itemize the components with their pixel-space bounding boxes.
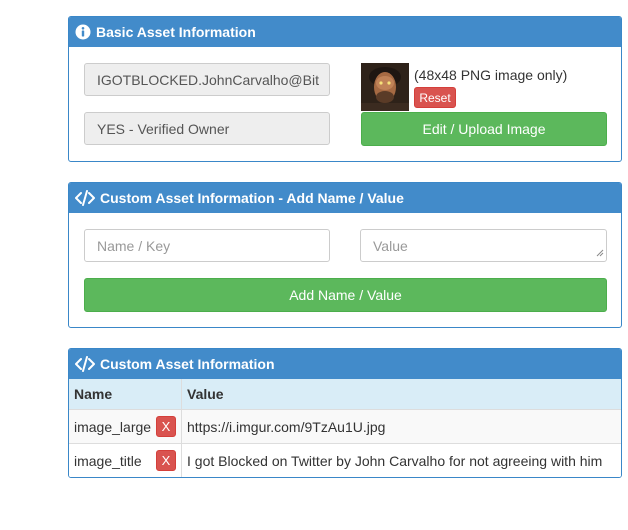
- basic-asset-panel: Basic Asset Information IGOTBLOCKED.John…: [68, 16, 622, 162]
- code-icon: [75, 190, 95, 206]
- row-value: I got Blocked on Twitter by John Carvalh…: [181, 443, 621, 477]
- name-key-input[interactable]: Name / Key: [84, 229, 330, 262]
- reset-image-button[interactable]: Reset: [414, 87, 456, 108]
- row-name: image_large: [74, 418, 152, 435]
- custom-info-title: Custom Asset Information: [100, 356, 275, 372]
- row-name: image_title: [74, 452, 142, 469]
- row-value: https://i.imgur.com/9TzAu1U.jpg: [181, 409, 621, 444]
- custom-info-heading: Custom Asset Information: [69, 349, 621, 379]
- custom-add-panel: Custom Asset Information - Add Name / Va…: [68, 182, 622, 328]
- value-placeholder: Value: [373, 237, 408, 254]
- resize-handle-icon[interactable]: [596, 244, 604, 260]
- custom-info-panel: Custom Asset Information Name Value imag…: [68, 348, 622, 478]
- add-name-value-button[interactable]: Add Name / Value: [84, 278, 607, 312]
- custom-add-title: Custom Asset Information - Add Name / Va…: [100, 190, 404, 206]
- name-column-header: Name: [69, 379, 182, 410]
- upload-image-button[interactable]: Edit / Upload Image: [361, 112, 607, 146]
- delete-row-button[interactable]: X: [156, 450, 176, 471]
- image-size-hint: (48x48 PNG image only): [414, 67, 568, 83]
- custom-info-table: Name Value image_large X https://i.imgur…: [69, 379, 621, 477]
- value-column-header: Value: [181, 379, 621, 410]
- delete-row-button[interactable]: X: [156, 416, 176, 437]
- basic-asset-heading: Basic Asset Information: [69, 17, 621, 47]
- custom-add-heading: Custom Asset Information - Add Name / Va…: [69, 183, 621, 213]
- info-circle-icon: [75, 24, 91, 40]
- value-textarea[interactable]: Value: [360, 229, 607, 262]
- table-header-row: Name Value: [69, 379, 621, 410]
- table-row: image_large X https://i.imgur.com/9TzAu1…: [69, 409, 621, 444]
- asset-image-thumbnail: [361, 63, 409, 111]
- owner-status-field[interactable]: YES - Verified Owner: [84, 112, 330, 145]
- asset-name-field[interactable]: IGOTBLOCKED.JohnCarvalho@Bit: [84, 63, 330, 96]
- name-cell: image_title X: [69, 443, 182, 477]
- code-icon: [75, 356, 95, 372]
- table-row: image_title X I got Blocked on Twitter b…: [69, 443, 621, 477]
- name-cell: image_large X: [69, 409, 182, 444]
- basic-asset-title: Basic Asset Information: [96, 24, 256, 40]
